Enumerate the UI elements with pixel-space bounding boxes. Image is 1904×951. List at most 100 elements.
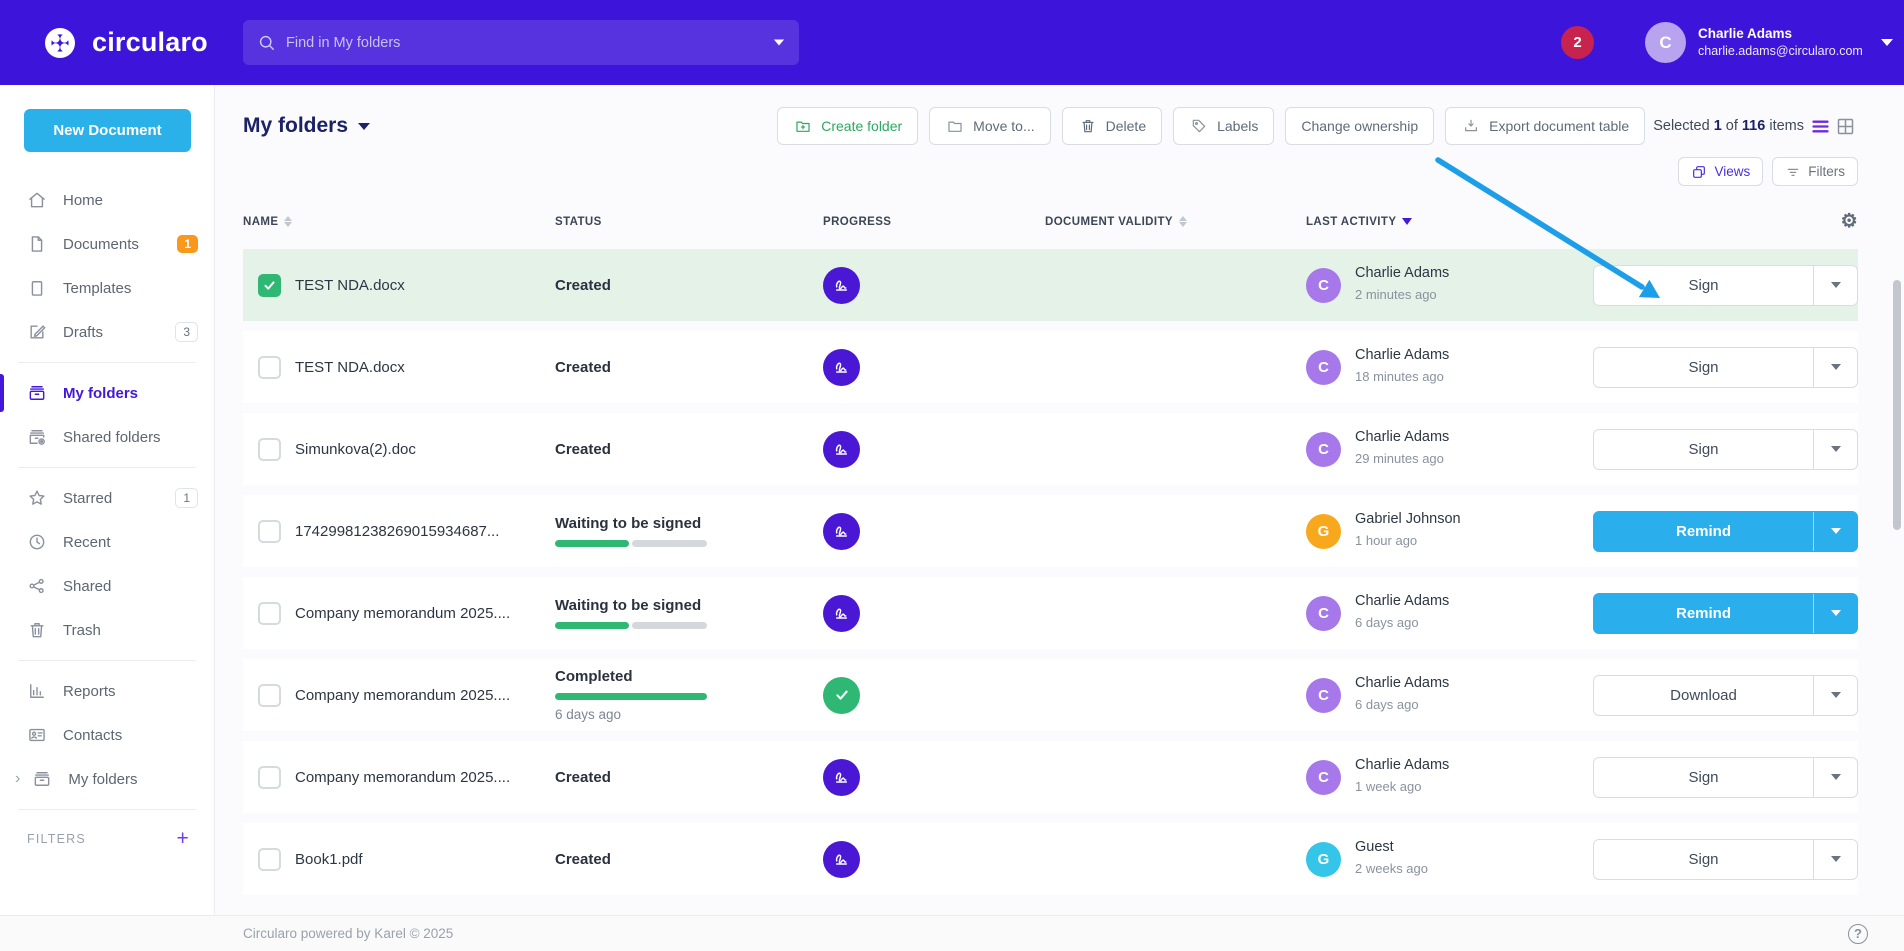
column-header-progress[interactable]: PROGRESS bbox=[823, 216, 1045, 228]
document-name[interactable]: Company memorandum 2025.... bbox=[295, 605, 555, 622]
change-ownership-button[interactable]: Change ownership bbox=[1285, 107, 1434, 145]
signature-icon[interactable] bbox=[823, 513, 860, 550]
document-name[interactable]: Book1.pdf bbox=[295, 851, 555, 868]
help-icon[interactable]: ? bbox=[1848, 924, 1868, 944]
user-avatar: C bbox=[1306, 760, 1341, 795]
sign-button[interactable]: Sign bbox=[1594, 430, 1813, 469]
sign-button[interactable]: Sign bbox=[1594, 348, 1813, 387]
sidebar-item-trash[interactable]: Trash bbox=[0, 608, 214, 652]
document-name[interactable]: Company memorandum 2025.... bbox=[295, 687, 555, 704]
list-view-icon[interactable] bbox=[1808, 114, 1833, 139]
activity-time: 1 week ago bbox=[1355, 779, 1422, 794]
sidebar: New Document HomeDocuments1TemplatesDraf… bbox=[0, 85, 215, 915]
labels-button[interactable]: Labels bbox=[1173, 107, 1274, 145]
caret-down-icon bbox=[1831, 446, 1841, 452]
delete-button[interactable]: Delete bbox=[1062, 107, 1162, 145]
sign-button[interactable]: Sign bbox=[1594, 266, 1813, 305]
sidebar-item-recent[interactable]: Recent bbox=[0, 520, 214, 564]
folder-plus-icon bbox=[795, 118, 812, 135]
remind-button[interactable]: Remind bbox=[1594, 594, 1813, 633]
document-icon bbox=[27, 234, 47, 254]
document-name[interactable]: TEST NDA.docx bbox=[295, 359, 555, 376]
create-folder-button[interactable]: Create folder bbox=[777, 107, 918, 145]
search-scope-caret-icon[interactable] bbox=[774, 40, 784, 46]
filters-button[interactable]: Filters bbox=[1772, 157, 1858, 186]
column-header-status[interactable]: STATUS bbox=[555, 216, 823, 228]
sidebar-item-shared-folders[interactable]: Shared folders bbox=[0, 415, 214, 459]
row-checkbox[interactable] bbox=[258, 602, 281, 625]
row-checkbox[interactable] bbox=[258, 520, 281, 543]
add-filter-button[interactable]: + bbox=[177, 832, 190, 846]
views-button[interactable]: Views bbox=[1678, 157, 1763, 186]
activity-user-name: Guest bbox=[1355, 838, 1428, 858]
action-dropdown-caret[interactable] bbox=[1813, 266, 1857, 305]
signature-icon[interactable] bbox=[823, 267, 860, 304]
signature-icon[interactable] bbox=[823, 595, 860, 632]
action-dropdown-caret[interactable] bbox=[1813, 348, 1857, 387]
sidebar-item-label: Reports bbox=[63, 683, 198, 700]
action-dropdown-caret[interactable] bbox=[1813, 758, 1857, 797]
column-header-name[interactable]: NAME bbox=[243, 216, 555, 228]
action-dropdown-caret[interactable] bbox=[1813, 512, 1857, 551]
table-header: NAME STATUS PROGRESS DOCUMENT VALIDITY L… bbox=[243, 200, 1858, 249]
export-document-table-button[interactable]: Export document table bbox=[1445, 107, 1645, 145]
brand-logo[interactable]: circularo bbox=[40, 23, 208, 63]
remind-button[interactable]: Remind bbox=[1594, 512, 1813, 551]
row-checkbox[interactable] bbox=[258, 356, 281, 379]
page-title[interactable]: My folders bbox=[243, 114, 370, 138]
document-name[interactable]: TEST NDA.docx bbox=[295, 277, 555, 294]
user-avatar: G bbox=[1306, 842, 1341, 877]
sidebar-item-reports[interactable]: Reports bbox=[0, 669, 214, 713]
signature-icon[interactable] bbox=[823, 431, 860, 468]
sidebar-item-home[interactable]: Home bbox=[0, 178, 214, 222]
chart-icon bbox=[27, 681, 47, 701]
folder-icon bbox=[947, 118, 964, 135]
user-menu-caret-icon[interactable] bbox=[1881, 39, 1893, 46]
user-menu[interactable]: C Charlie Adams charlie.adams@circularo.… bbox=[1645, 22, 1893, 63]
filters-heading: FILTERS bbox=[27, 832, 86, 846]
star-icon bbox=[27, 488, 47, 508]
signature-icon[interactable] bbox=[823, 841, 860, 878]
row-checkbox[interactable] bbox=[258, 684, 281, 707]
action-dropdown-caret[interactable] bbox=[1813, 430, 1857, 469]
sidebar-item-drafts[interactable]: Drafts3 bbox=[0, 310, 214, 354]
sidebar-item-starred[interactable]: Starred1 bbox=[0, 476, 214, 520]
table-settings-gear-icon[interactable]: ⚙ bbox=[1841, 212, 1858, 231]
row-checkbox[interactable] bbox=[258, 766, 281, 789]
new-document-button[interactable]: New Document bbox=[24, 109, 191, 152]
document-name[interactable]: Simunkova(2).doc bbox=[295, 441, 555, 458]
sign-button[interactable]: Sign bbox=[1594, 758, 1813, 797]
document-name[interactable]: Company memorandum 2025.... bbox=[295, 769, 555, 786]
row-checkbox[interactable] bbox=[258, 274, 281, 297]
status-cell: Created bbox=[555, 277, 823, 294]
move-to-button[interactable]: Move to... bbox=[929, 107, 1050, 145]
vertical-scrollbar[interactable] bbox=[1893, 280, 1901, 530]
sidebar-item-contacts[interactable]: Contacts bbox=[0, 713, 214, 757]
sidebar-item-label: My folders bbox=[63, 385, 198, 402]
grid-view-icon[interactable] bbox=[1833, 114, 1858, 139]
document-name[interactable]: 17429981238269015934687... bbox=[295, 523, 555, 540]
row-checkbox[interactable] bbox=[258, 848, 281, 871]
user-avatar: C bbox=[1306, 432, 1341, 467]
notifications-badge[interactable]: 2 bbox=[1561, 26, 1594, 59]
column-header-activity[interactable]: LAST ACTIVITY bbox=[1306, 216, 1593, 228]
row-checkbox[interactable] bbox=[258, 438, 281, 461]
check-icon[interactable] bbox=[823, 677, 860, 714]
sidebar-item-documents[interactable]: Documents1 bbox=[0, 222, 214, 266]
column-header-validity[interactable]: DOCUMENT VALIDITY bbox=[1045, 216, 1306, 228]
sidebar-item-shared[interactable]: Shared bbox=[0, 564, 214, 608]
action-dropdown-caret[interactable] bbox=[1813, 594, 1857, 633]
sign-button[interactable]: Sign bbox=[1594, 840, 1813, 879]
sidebar-item-templates[interactable]: Templates bbox=[0, 266, 214, 310]
action-dropdown-caret[interactable] bbox=[1813, 676, 1857, 715]
chevron-right-icon[interactable]: › bbox=[15, 770, 20, 788]
last-activity-cell: C Charlie Adams2 minutes ago bbox=[1306, 264, 1593, 305]
sidebar-item-my-folders[interactable]: My folders bbox=[0, 371, 214, 415]
sidebar-item-my-folders-tree[interactable]: ›My folders bbox=[0, 757, 214, 801]
download-button[interactable]: Download bbox=[1594, 676, 1813, 715]
search-input[interactable] bbox=[286, 35, 773, 51]
action-dropdown-caret[interactable] bbox=[1813, 840, 1857, 879]
signature-icon[interactable] bbox=[823, 349, 860, 386]
signature-icon[interactable] bbox=[823, 759, 860, 796]
global-search[interactable] bbox=[243, 20, 799, 65]
